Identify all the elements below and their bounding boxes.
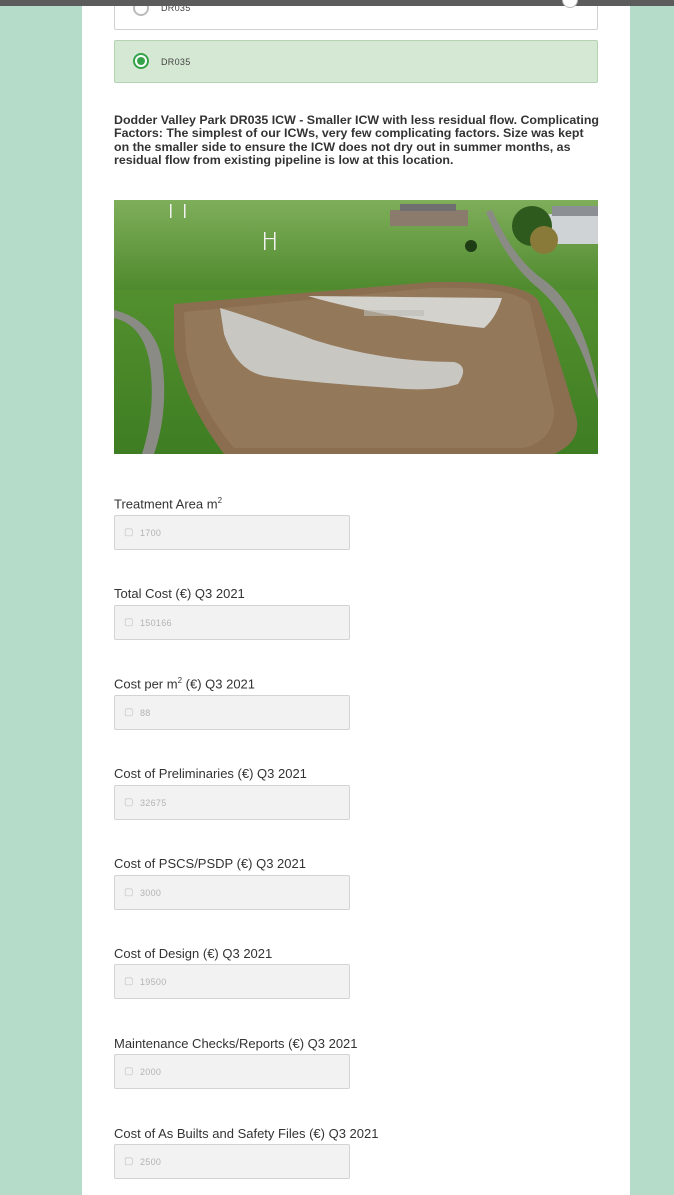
cost-preliminaries-input[interactable]: ▢ 32675: [114, 785, 350, 820]
cost-per-m2-input[interactable]: ▢ 88: [114, 695, 350, 730]
top-scrollbar[interactable]: [0, 0, 674, 8]
maintenance-checks-input[interactable]: ▢ 2000: [114, 1054, 350, 1089]
radio-option-dr035-selected[interactable]: DR035: [114, 40, 598, 83]
field-label-maintenance-checks: Maintenance Checks/Reports (€) Q3 2021: [114, 1036, 358, 1051]
radio-option-label: DR035: [161, 57, 191, 67]
field-label-treatment-area: Treatment Area m2: [114, 496, 223, 512]
calculator-icon: ▢: [124, 797, 134, 808]
field-label-cost-design: Cost of Design (€) Q3 2021: [114, 946, 273, 961]
aerial-wetland-photo: [114, 200, 598, 454]
cost-design-input[interactable]: ▢ 19500: [114, 964, 350, 999]
field-label-cost-pscs-psdp: Cost of PSCS/PSDP (€) Q3 2021: [114, 856, 306, 871]
field-label-as-builts-safety: Cost of As Builts and Safety Files (€) Q…: [114, 1126, 379, 1141]
site-description: Dodder Valley Park DR035 ICW - Smaller I…: [114, 113, 599, 168]
calculator-icon: ▢: [124, 617, 134, 628]
field-label-total-cost: Total Cost (€) Q3 2021: [114, 586, 245, 601]
survey-form-panel: DR035 DR035 Dodder Valley Park DR035 ICW…: [82, 0, 630, 1195]
field-label-cost-per-m2: Cost per m2 (€) Q3 2021: [114, 676, 256, 692]
radio-button-selected-icon[interactable]: [133, 53, 149, 69]
field-label-cost-preliminaries: Cost of Preliminaries (€) Q3 2021: [114, 766, 307, 781]
calculator-icon: ▢: [124, 976, 134, 987]
treatment-area-input[interactable]: ▢ 1700: [114, 515, 350, 550]
as-builts-safety-input[interactable]: ▢ 2500: [114, 1144, 350, 1179]
calculator-icon: ▢: [124, 1156, 134, 1167]
calculator-icon: ▢: [124, 707, 134, 718]
calculator-icon: ▢: [124, 887, 134, 898]
calculator-icon: ▢: [124, 1066, 134, 1077]
calculator-icon: ▢: [124, 527, 134, 538]
cost-pscs-psdp-input[interactable]: ▢ 3000: [114, 875, 350, 910]
total-cost-input[interactable]: ▢ 150166: [114, 605, 350, 640]
